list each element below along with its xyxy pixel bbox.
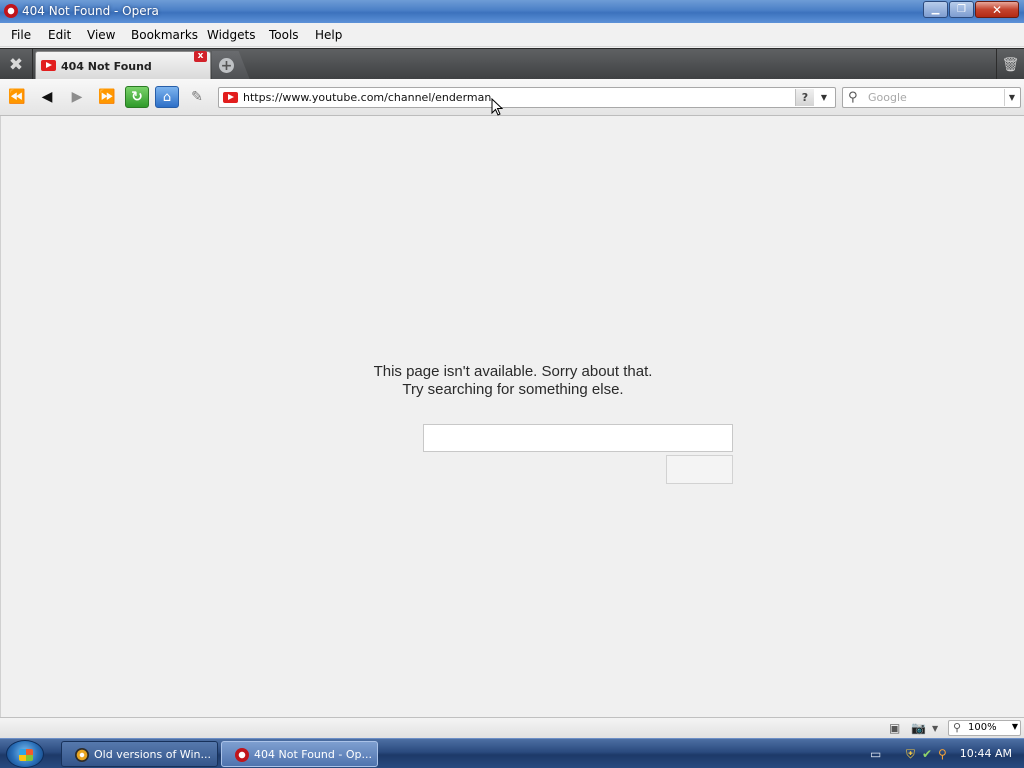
magnifier-icon: ⚲: [848, 90, 858, 105]
window-title: 404 Not Found - Opera: [22, 4, 159, 18]
status-bar: ▣ 📷 ▼ ⚲ 100% ▼: [0, 717, 1024, 738]
taskbar-item-label: 404 Not Found - Op...: [254, 748, 372, 761]
youtube-icon: [223, 92, 238, 103]
address-dropdown-icon[interactable]: ▼: [815, 89, 833, 106]
back-arrow-icon: ◀: [41, 89, 53, 105]
window-controls: ▁ ❐ ✕: [922, 1, 1019, 18]
address-bar[interactable]: ? ▼: [218, 87, 836, 108]
close-button[interactable]: ✕: [975, 1, 1019, 18]
taskbar-item-opera[interactable]: 404 Not Found - Op...: [221, 741, 378, 767]
menu-bar: File Edit View Bookmarks Widgets Tools H…: [0, 23, 1024, 47]
camera-icon[interactable]: 📷: [911, 721, 926, 735]
forward-arrow-icon: ▶: [71, 89, 83, 105]
navigation-bar: ⏪ ◀ ▶ ⏩ ↻ ⌂ ✎ ? ▼ ⚲ ▼: [0, 79, 1024, 116]
start-button[interactable]: [6, 740, 44, 768]
minimize-button[interactable]: ▁: [923, 1, 948, 18]
page-search-input[interactable]: [423, 424, 733, 452]
plus-icon: +: [219, 57, 234, 74]
panel-toggle-button[interactable]: ✖: [0, 49, 33, 80]
taskbar-item-internet-explorer[interactable]: Old versions of Win...: [61, 741, 218, 767]
zoom-control[interactable]: ⚲ 100% ▼: [948, 720, 1021, 736]
search-engine-dropdown-icon[interactable]: ▼: [1004, 89, 1019, 106]
menu-file[interactable]: File: [11, 28, 31, 42]
wrench-icon: ✖: [8, 54, 24, 75]
trash-button[interactable]: 🗑: [996, 49, 1024, 80]
search-input[interactable]: [868, 90, 998, 105]
menu-edit[interactable]: Edit: [48, 28, 71, 42]
menu-bookmarks[interactable]: Bookmarks: [131, 28, 198, 42]
search-tray-icon[interactable]: ⚲: [938, 747, 947, 761]
opera-icon: [4, 4, 18, 18]
security-shield-icon[interactable]: ⛨: [906, 747, 915, 762]
site-info-button[interactable]: ?: [795, 89, 814, 106]
menu-tools[interactable]: Tools: [269, 28, 299, 42]
error-hint: Try searching for something else.: [402, 381, 624, 398]
menu-view[interactable]: View: [87, 28, 115, 42]
internet-explorer-icon: [75, 748, 89, 762]
youtube-icon: [41, 60, 56, 71]
search-bar[interactable]: ⚲ ▼: [842, 87, 1021, 108]
home-button[interactable]: ⌂: [155, 86, 179, 108]
zoom-level: 100%: [968, 722, 997, 733]
rewind-icon: ⏪: [8, 89, 26, 105]
forward-button[interactable]: ▶: [65, 86, 89, 108]
new-tab-button[interactable]: +: [212, 51, 250, 80]
error-message: This page isn't available. Sorry about t…: [373, 363, 653, 380]
menu-widgets[interactable]: Widgets: [207, 28, 256, 42]
tab-404-not-found[interactable]: 404 Not Found x: [35, 51, 211, 80]
menu-help[interactable]: Help: [315, 28, 342, 42]
page-search-button[interactable]: [666, 455, 733, 484]
clock[interactable]: 10:44 AM: [960, 747, 1012, 760]
opera-icon: [235, 748, 249, 762]
edit-site-button[interactable]: ✎: [185, 86, 209, 108]
mouse-cursor-icon: [491, 98, 503, 116]
zoom-dropdown-icon: ▼: [1011, 722, 1018, 731]
reload-button[interactable]: ↻: [125, 86, 149, 108]
tab-bar: ✖ 404 Not Found x + 🗑: [0, 48, 1024, 80]
taskbar: Old versions of Win... 404 Not Found - O…: [0, 738, 1024, 768]
url-input[interactable]: [243, 90, 803, 105]
camera-dropdown-icon[interactable]: ▼: [932, 724, 938, 733]
back-button[interactable]: ◀: [35, 86, 59, 108]
keyboard-icon[interactable]: ▭: [870, 747, 881, 761]
zoom-magnifier-icon: ⚲: [953, 721, 962, 734]
maximize-button[interactable]: ❐: [949, 1, 974, 18]
page-content: This page isn't available. Sorry about t…: [0, 116, 1024, 717]
window-titlebar: 404 Not Found - Opera ▁ ❐ ✕: [0, 0, 1024, 23]
fast-forward-button[interactable]: ⏩: [95, 86, 119, 108]
network-icon[interactable]: ✔: [922, 747, 932, 761]
tab-close-icon[interactable]: x: [194, 51, 207, 62]
taskbar-item-label: Old versions of Win...: [94, 748, 211, 761]
system-tray: ▭ ⛨ ✔ ⚲ 10:44 AM: [849, 739, 1024, 768]
rewind-button[interactable]: ⏪: [5, 86, 29, 108]
tab-title: 404 Not Found: [61, 60, 152, 73]
home-icon: ⌂: [162, 89, 172, 105]
turbo-icon[interactable]: ▣: [889, 721, 900, 735]
fast-forward-icon: ⏩: [98, 89, 116, 105]
trash-icon: 🗑: [1001, 56, 1020, 73]
reload-icon: ↻: [131, 89, 143, 105]
pencil-icon: ✎: [191, 89, 203, 105]
